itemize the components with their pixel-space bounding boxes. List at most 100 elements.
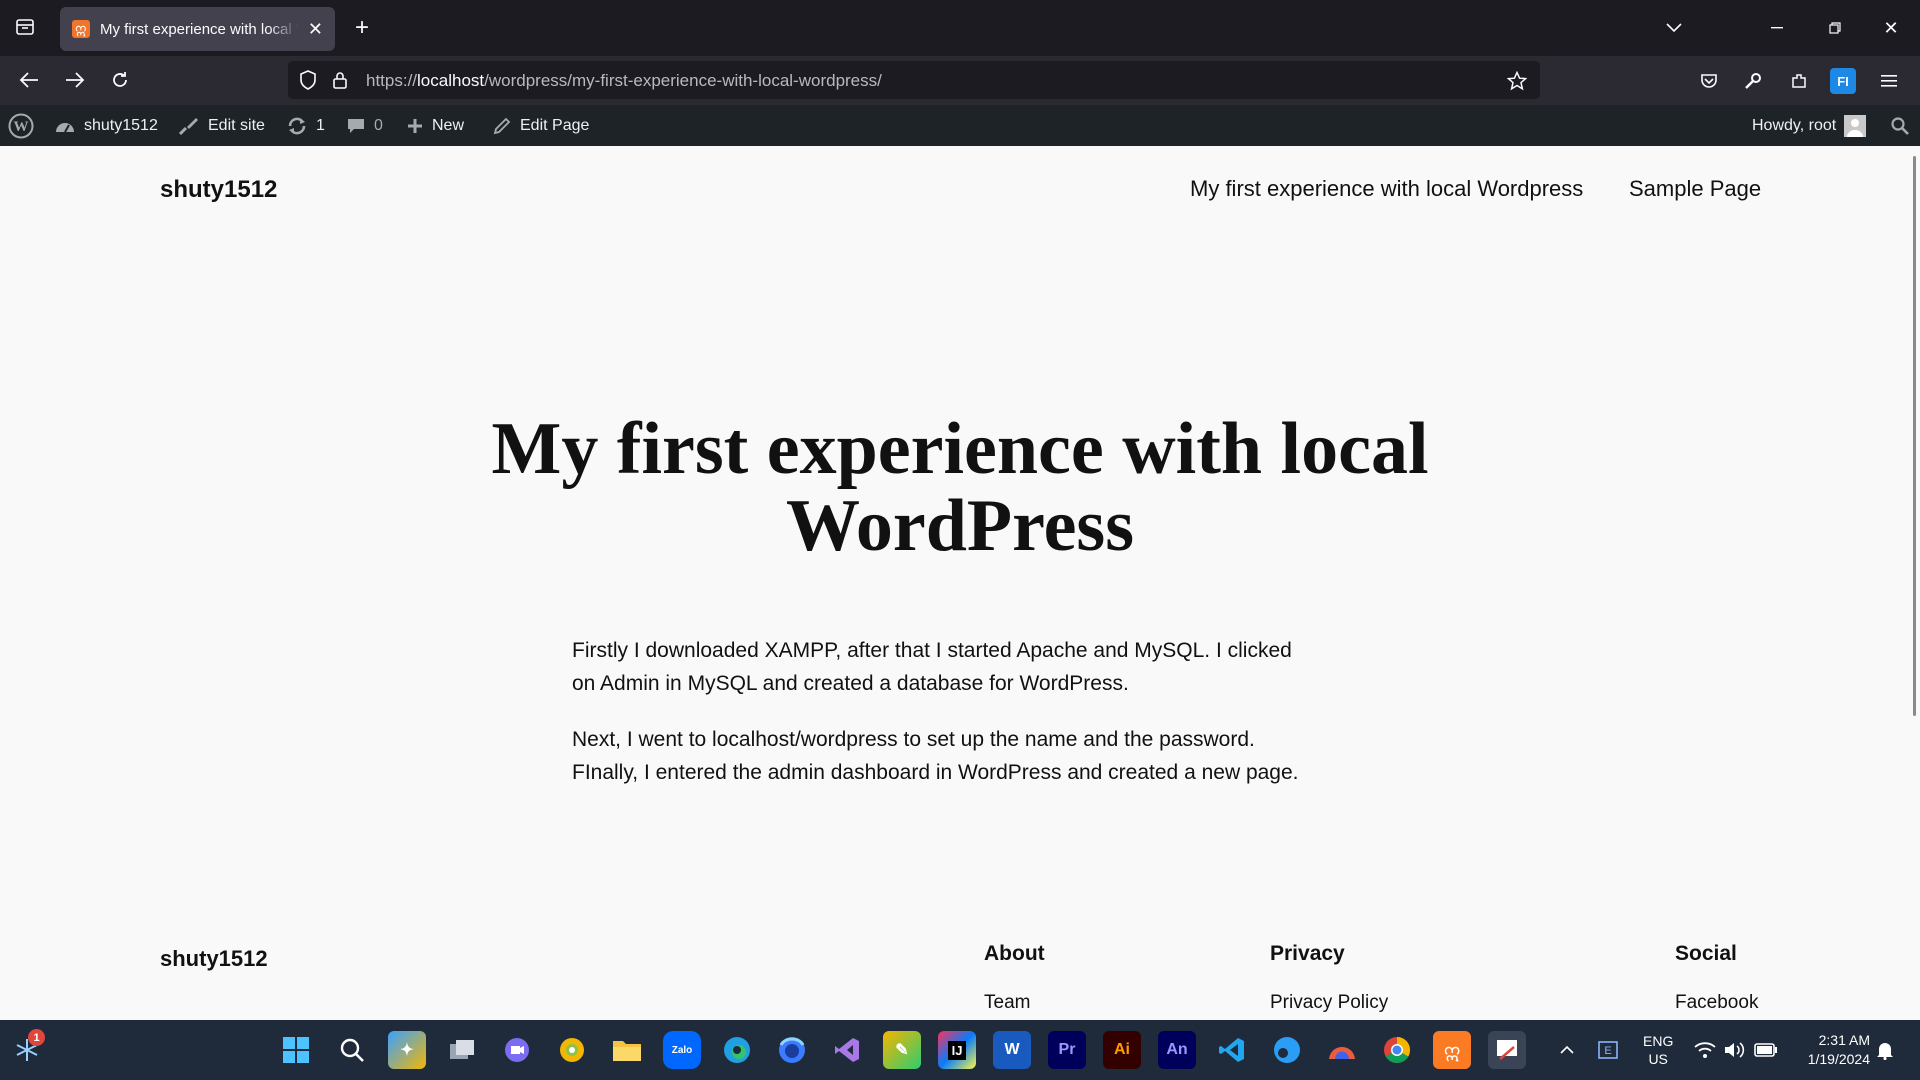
footer-column-social: Social Facebook xyxy=(1675,942,1758,1014)
extensions-icon[interactable] xyxy=(1786,68,1812,94)
list-all-tabs-icon[interactable] xyxy=(1660,14,1688,42)
wrench-icon[interactable] xyxy=(1740,68,1766,94)
wp-search-icon[interactable] xyxy=(1890,105,1910,146)
back-icon[interactable] xyxy=(14,65,44,95)
bookmark-star-icon[interactable] xyxy=(1506,70,1528,92)
word-icon[interactable]: W xyxy=(993,1031,1031,1069)
pocket-icon[interactable] xyxy=(1696,68,1722,94)
article-paragraph-2: Next, I went to localhost/wordpress to s… xyxy=(572,723,1372,789)
wordpress-logo-icon[interactable]: W xyxy=(8,105,34,146)
battery-icon[interactable] xyxy=(1754,1020,1778,1080)
wp-updates[interactable]: 1 xyxy=(286,105,325,146)
new-tab-icon[interactable]: + xyxy=(348,14,376,42)
tab-close-icon[interactable]: ✕ xyxy=(308,19,323,40)
updates-icon xyxy=(286,116,308,136)
sketch-icon[interactable]: ✎ xyxy=(883,1031,921,1069)
footer-link-privacy-policy[interactable]: Privacy Policy xyxy=(1270,992,1388,1014)
wp-admin-bar: W shuty1512 Edit site 1 0 New Edit Page … xyxy=(0,105,1920,146)
task-view-icon[interactable] xyxy=(443,1031,481,1069)
forward-icon[interactable] xyxy=(60,65,90,95)
xampp-favicon-icon: ဣ xyxy=(72,20,90,38)
file-explorer-icon[interactable] xyxy=(608,1031,646,1069)
weather-widget-icon[interactable]: 1 xyxy=(8,1029,46,1069)
language-bottom: US xyxy=(1648,1051,1668,1067)
url-scheme: https:// xyxy=(366,71,418,90)
wp-comments[interactable]: 0 xyxy=(346,105,383,146)
weather-badge: 1 xyxy=(28,1029,45,1046)
reload-icon[interactable] xyxy=(105,65,135,95)
copilot-pre-icon[interactable]: ✦ xyxy=(388,1031,426,1069)
url-host: localhost xyxy=(417,71,485,90)
wp-my-account[interactable]: Howdy, root xyxy=(1752,105,1867,146)
url-text: https://localhost/wordpress/my-first-exp… xyxy=(366,71,882,91)
firefox-icon[interactable] xyxy=(773,1031,811,1069)
browser-nav-bar: https://localhost/wordpress/my-first-exp… xyxy=(0,56,1920,105)
tracking-shield-icon[interactable] xyxy=(298,70,318,90)
paragraph-2-line-2: FInally, I entered the admin dashboard i… xyxy=(572,761,1299,784)
snipping-tool-icon[interactable] xyxy=(1488,1031,1526,1069)
intellij-icon[interactable]: IJ xyxy=(938,1031,976,1069)
copilot-icon[interactable] xyxy=(1323,1031,1361,1069)
restore-icon[interactable] xyxy=(1820,14,1850,42)
notification-bell-icon[interactable] xyxy=(1876,1020,1894,1080)
illustrator-icon[interactable]: Ai xyxy=(1103,1031,1141,1069)
comment-bubble-icon xyxy=(346,116,366,136)
footer-heading-social: Social xyxy=(1675,942,1737,965)
wp-edit-page[interactable]: Edit Page xyxy=(492,105,589,146)
menu-hamburger-icon[interactable] xyxy=(1876,68,1902,94)
avatar xyxy=(1844,114,1867,137)
clock-time: 2:31 AM xyxy=(1818,1032,1870,1048)
site-title[interactable]: shuty1512 xyxy=(160,176,277,204)
tab-active[interactable]: ဣ My first experience with local WordPre… xyxy=(60,7,335,51)
language-top: ENG xyxy=(1643,1033,1674,1049)
input-indicator-icon[interactable]: E xyxy=(1598,1020,1618,1080)
wifi-icon[interactable] xyxy=(1694,1020,1716,1080)
edge-icon[interactable] xyxy=(718,1031,756,1069)
close-window-icon[interactable]: ✕ xyxy=(1876,14,1906,42)
wp-comments-count: 0 xyxy=(374,116,383,134)
page-content: shuty1512 My first experience with local… xyxy=(0,146,1920,1020)
footer-site-title[interactable]: shuty1512 xyxy=(160,946,268,972)
paragraph-2-line-1: Next, I went to localhost/wordpress to s… xyxy=(572,728,1255,751)
wp-edit-site[interactable]: Edit site xyxy=(178,105,265,146)
address-bar[interactable]: https://localhost/wordpress/my-first-exp… xyxy=(288,61,1540,99)
nav-link-sample-page[interactable]: Sample Page xyxy=(1629,176,1761,202)
language-switcher[interactable]: ENG US xyxy=(1643,1020,1673,1080)
wp-edit-page-label: Edit Page xyxy=(520,116,590,134)
zalo-icon[interactable]: Zalo xyxy=(663,1031,701,1069)
svg-text:E: E xyxy=(1604,1045,1611,1057)
meet-icon[interactable] xyxy=(498,1031,536,1069)
footer-heading-about: About xyxy=(984,942,1045,965)
page-scrollbar[interactable] xyxy=(1913,156,1916,716)
vscode-icon[interactable] xyxy=(1213,1031,1251,1069)
chrome-canary-icon[interactable] xyxy=(553,1031,591,1069)
wp-new-content[interactable]: New xyxy=(406,105,464,146)
wp-edit-site-label: Edit site xyxy=(208,116,265,134)
lock-icon[interactable] xyxy=(330,70,350,90)
search-icon[interactable] xyxy=(333,1031,371,1069)
wp-site-menu[interactable]: shuty1512 xyxy=(54,105,158,146)
wp-updates-count: 1 xyxy=(316,116,325,134)
url-path: /wordpress/my-first-experience-with-loca… xyxy=(484,71,882,90)
minimize-icon[interactable] xyxy=(1762,14,1792,42)
show-hidden-icons-icon[interactable] xyxy=(1560,1020,1574,1080)
start-icon[interactable] xyxy=(277,1031,315,1069)
xampp-icon[interactable]: ဣ xyxy=(1433,1031,1471,1069)
pencil-icon xyxy=(492,116,512,136)
animate-icon[interactable]: An xyxy=(1158,1031,1196,1069)
footer-link-facebook[interactable]: Facebook xyxy=(1675,992,1758,1014)
footer-link-team[interactable]: Team xyxy=(984,992,1045,1014)
volume-icon[interactable] xyxy=(1723,1020,1745,1080)
clock[interactable]: 2:31 AM 1/19/2024 xyxy=(1790,1020,1870,1080)
premiere-icon[interactable]: Pr xyxy=(1048,1031,1086,1069)
nav-link-first-experience[interactable]: My first experience with local Wordpress xyxy=(1190,176,1583,202)
chrome-icon[interactable] xyxy=(1378,1031,1416,1069)
plus-icon xyxy=(406,117,424,135)
tab-title: My first experience with local WordPress xyxy=(100,20,298,38)
article-paragraph-1: Firstly I downloaded XAMPP, after that I… xyxy=(572,634,1372,700)
edge-legacy-icon[interactable] xyxy=(1268,1031,1306,1069)
wp-site-name: shuty1512 xyxy=(84,116,158,134)
tab-list-icon[interactable] xyxy=(12,14,38,40)
fi-extension-icon[interactable]: FI xyxy=(1830,68,1856,94)
visual-studio-icon[interactable] xyxy=(828,1031,866,1069)
